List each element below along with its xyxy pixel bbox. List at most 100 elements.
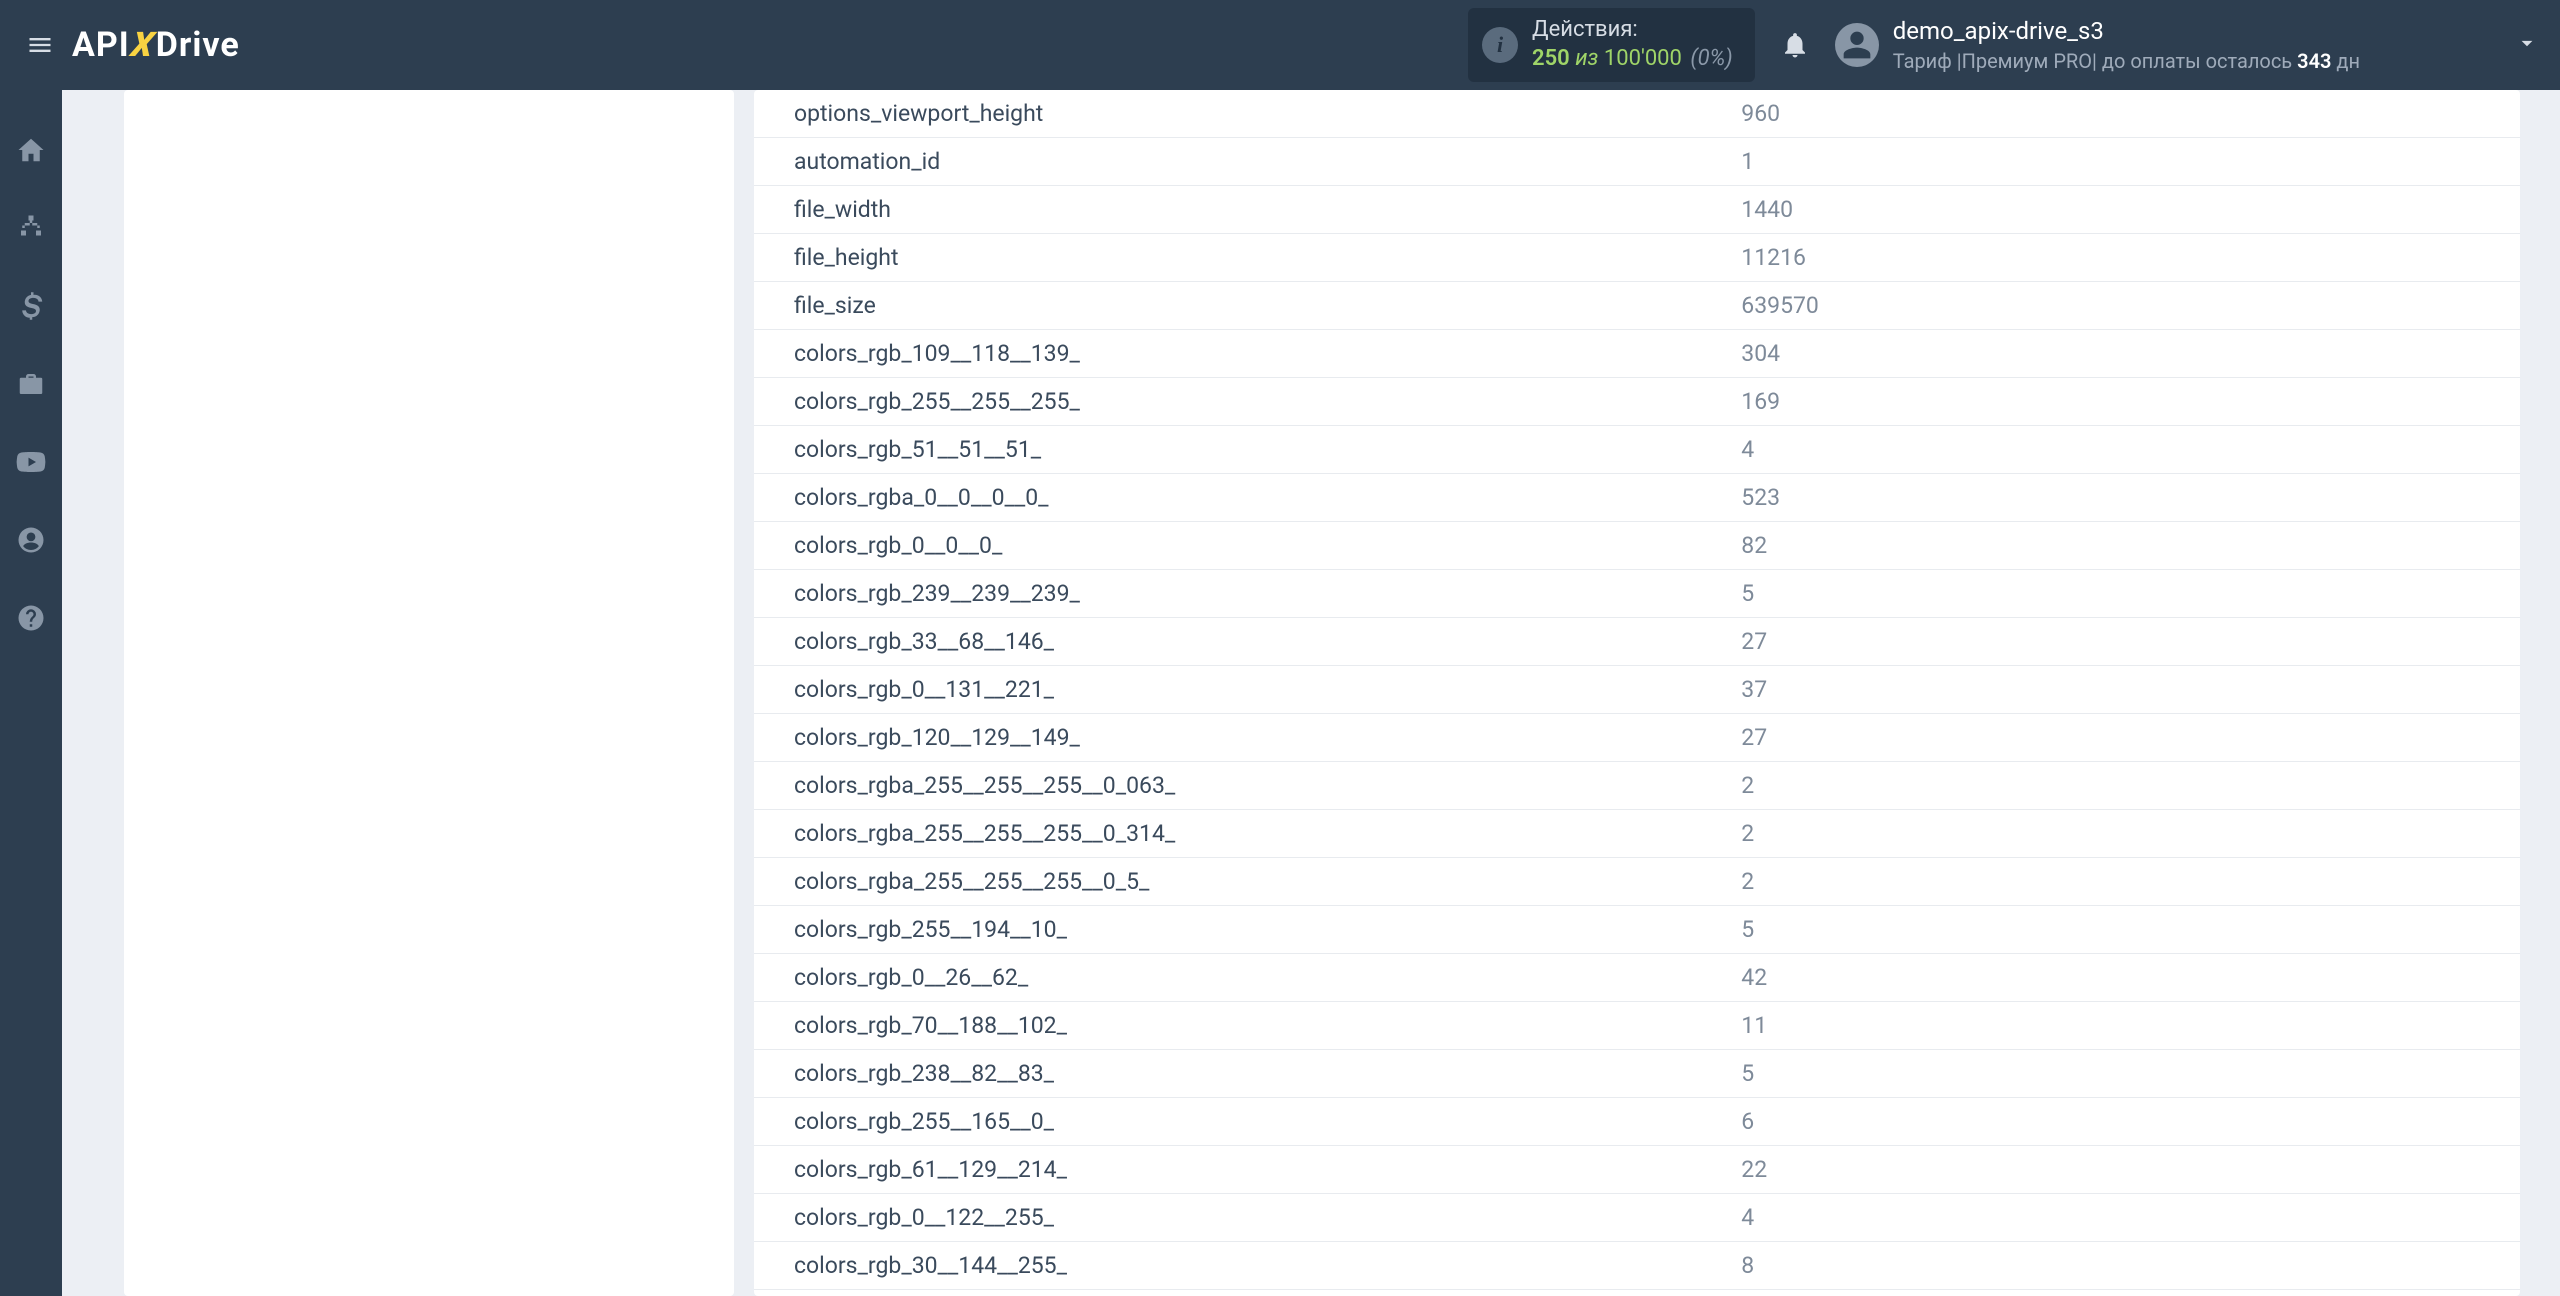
table-row: colors_rgb_238__82__83_5 <box>754 1050 2520 1098</box>
tariff-prefix: Тариф | <box>1893 49 1962 73</box>
table-row: colors_rgba_255__255__255__0_314_2 <box>754 810 2520 858</box>
table-row: options_viewport_height960 <box>754 90 2520 138</box>
logo-x: X <box>128 25 157 65</box>
user-icon <box>1841 29 1873 61</box>
table-row: colors_rgb_120__129__149_27 <box>754 714 2520 762</box>
row-key: colors_rgba_0__0__0__0_ <box>754 474 1725 522</box>
app-header: APIXDrive i Действия: 250 из 100'000 (0%… <box>0 0 2560 90</box>
actions-indicator[interactable]: i Действия: 250 из 100'000 (0%) <box>1468 8 1755 81</box>
row-value: 1440 <box>1725 186 2520 234</box>
table-row: colors_rgb_61__129__214_22 <box>754 1146 2520 1194</box>
row-key: colors_rgb_0__131__221_ <box>754 666 1725 714</box>
table-row: colors_rgb_0__131__221_37 <box>754 666 2520 714</box>
row-key: colors_rgb_61__129__214_ <box>754 1146 1725 1194</box>
table-row: file_height11216 <box>754 234 2520 282</box>
bell-icon <box>1780 30 1810 60</box>
row-value: 22 <box>1725 1146 2520 1194</box>
table-row: colors_rgb_0__26__62_42 <box>754 954 2520 1002</box>
row-key: file_height <box>754 234 1725 282</box>
rail-billing[interactable] <box>11 286 51 326</box>
user-name: demo_apix-drive_s3 <box>1893 16 2360 47</box>
row-value: 82 <box>1725 522 2520 570</box>
row-key: file_width <box>754 186 1725 234</box>
table-row: colors_rgb_70__188__102_11 <box>754 1002 2520 1050</box>
table-row: colors_rgb_255__255__255_169 <box>754 378 2520 426</box>
avatar <box>1835 23 1879 67</box>
rail-briefcase[interactable] <box>11 364 51 404</box>
table-row: colors_rgb_255__165__0_6 <box>754 1098 2520 1146</box>
rail-youtube[interactable] <box>11 442 51 482</box>
panels-row: options_viewport_height960automation_id1… <box>124 90 2520 1296</box>
row-key: colors_rgb_120__129__149_ <box>754 714 1725 762</box>
row-key: colors_rgb_0__26__62_ <box>754 954 1725 1002</box>
actions-label: Действия: <box>1532 16 1733 45</box>
left-rail <box>0 90 62 1296</box>
home-icon <box>16 135 46 165</box>
row-key: colors_rgba_255__255__255__0_5_ <box>754 858 1725 906</box>
main-panel[interactable]: options_viewport_height960automation_id1… <box>754 90 2520 1296</box>
logo-drive: Drive <box>156 25 240 65</box>
dollar-icon <box>16 291 46 321</box>
chevron-down-icon <box>2514 30 2540 56</box>
notifications-button[interactable] <box>1775 25 1815 65</box>
row-value: 4 <box>1725 1194 2520 1242</box>
user-text: demo_apix-drive_s3 Тариф |Премиум PRO| д… <box>1893 16 2360 73</box>
row-value: 523 <box>1725 474 2520 522</box>
row-key: file_size <box>754 282 1725 330</box>
row-value: 639570 <box>1725 282 2520 330</box>
row-value: 8 <box>1725 1242 2520 1290</box>
rail-connections[interactable] <box>11 208 51 248</box>
days-left: 343 <box>2297 49 2331 73</box>
row-value: 27 <box>1725 618 2520 666</box>
row-value: 5 <box>1725 906 2520 954</box>
row-value: 2 <box>1725 762 2520 810</box>
row-value: 5 <box>1725 570 2520 618</box>
row-value: 4 <box>1725 426 2520 474</box>
row-value: 2 <box>1725 858 2520 906</box>
logo[interactable]: APIXDrive <box>72 25 240 65</box>
days-suffix: дн <box>2331 49 2360 73</box>
row-key: colors_rgb_109__118__139_ <box>754 330 1725 378</box>
row-value: 37 <box>1725 666 2520 714</box>
row-key: colors_rgb_238__82__83_ <box>754 1050 1725 1098</box>
row-value: 304 <box>1725 330 2520 378</box>
menu-toggle-button[interactable] <box>20 25 60 65</box>
row-key: colors_rgb_30__144__255_ <box>754 1242 1725 1290</box>
youtube-icon <box>16 447 46 477</box>
table-row: colors_rgb_30__144__255_8 <box>754 1242 2520 1290</box>
tariff-sep: | до оплаты осталось <box>2092 49 2297 73</box>
table-row: file_width1440 <box>754 186 2520 234</box>
table-row: file_size639570 <box>754 282 2520 330</box>
row-value: 6 <box>1725 1098 2520 1146</box>
user-menu-caret[interactable] <box>2514 30 2540 60</box>
briefcase-icon <box>16 369 46 399</box>
row-value: 2 <box>1725 810 2520 858</box>
actions-text: Действия: 250 из 100'000 (0%) <box>1532 16 1733 73</box>
rail-home[interactable] <box>11 130 51 170</box>
row-value: 11 <box>1725 1002 2520 1050</box>
row-value: 6 <box>1725 1290 2520 1296</box>
actions-pct: (0%) <box>1690 46 1732 71</box>
rail-profile[interactable] <box>11 520 51 560</box>
row-value: 5 <box>1725 1050 2520 1098</box>
user-menu[interactable]: demo_apix-drive_s3 Тариф |Премиум PRO| д… <box>1835 16 2540 73</box>
left-panel <box>124 90 734 1296</box>
row-key: colors_rgb_255__165__0_ <box>754 1098 1725 1146</box>
row-value: 960 <box>1725 90 2520 138</box>
actions-values: 250 из 100'000 (0%) <box>1532 45 1733 74</box>
row-key: colors_rgb_70__188__102_ <box>754 1002 1725 1050</box>
table-row: colors_rgb_239__239__239_5 <box>754 570 2520 618</box>
row-key: colors_rgb_33__68__146_ <box>754 618 1725 666</box>
rail-help[interactable] <box>11 598 51 638</box>
tariff-name: Премиум PRO <box>1962 49 2092 73</box>
row-key: colors_rgba_255__255__255__0_063_ <box>754 762 1725 810</box>
row-value: 169 <box>1725 378 2520 426</box>
row-key: colors_rgb_255__255__255_ <box>754 378 1725 426</box>
table-row: automation_id1 <box>754 138 2520 186</box>
header-right: i Действия: 250 из 100'000 (0%) demo_api… <box>1468 8 2540 81</box>
data-table: options_viewport_height960automation_id1… <box>754 90 2520 1296</box>
logo-api: API <box>72 25 130 65</box>
table-row: colors_rgb_33__68__146_27 <box>754 618 2520 666</box>
info-icon: i <box>1482 27 1518 63</box>
help-icon <box>16 603 46 633</box>
